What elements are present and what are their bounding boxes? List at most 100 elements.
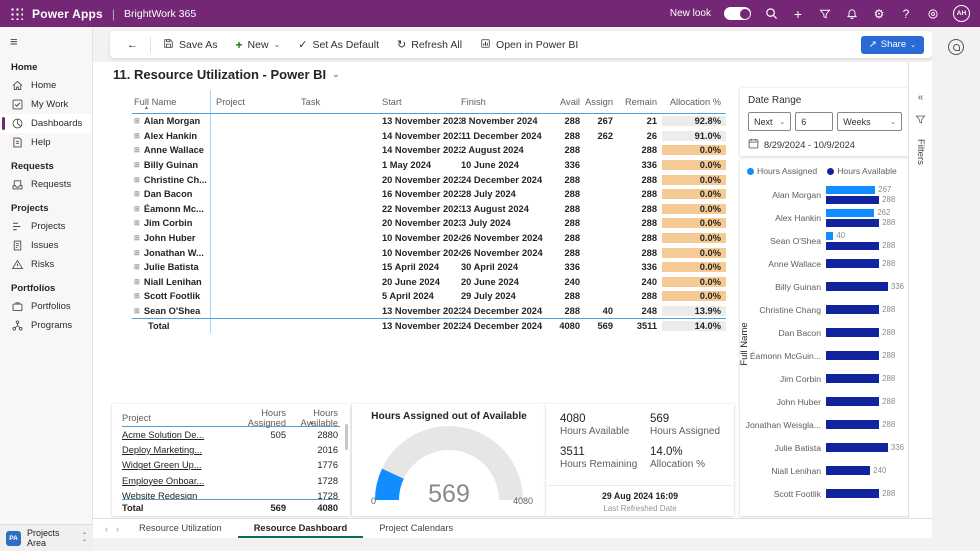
row-expand-icon[interactable]: ⊞ [134,161,140,169]
column-header-hours-assigned[interactable]: Hours Assigned [228,408,286,428]
assigned-bar[interactable] [826,209,874,217]
chart-category-label: Alan Morgan [740,190,826,200]
unit-select[interactable]: Weeks⌄ [837,112,902,131]
project-cell [210,114,298,129]
available-bar[interactable] [826,305,879,314]
environment-picker[interactable]: PA Projects Area ⌃⌄ [0,524,93,551]
project-link[interactable]: Website Redesign [122,491,197,499]
sidebar-item-requests[interactable]: Requests [0,175,92,194]
filter-icon[interactable] [818,7,832,21]
allocation-cell: 0.0% [662,218,726,228]
sidebar-item-risks[interactable]: Risks [0,255,92,274]
tab-prev-icon[interactable]: ‹ [101,519,112,538]
available-bar[interactable] [826,328,879,337]
row-expand-icon[interactable]: ⊞ [134,307,140,315]
row-expand-icon[interactable]: ⊞ [134,117,140,125]
tab-resource-dashboard[interactable]: Resource Dashboard [238,519,364,538]
available-bar[interactable] [826,242,879,250]
count-input[interactable] [795,112,833,131]
available-bar[interactable] [826,397,879,406]
column-header-finish[interactable]: Finish [461,97,557,107]
tab-resource-utilization[interactable]: Resource Utilization [123,519,238,538]
row-expand-icon[interactable]: ⊞ [134,292,140,300]
new-look-toggle[interactable] [724,7,751,20]
sidebar-item-help[interactable]: Help [0,133,92,152]
column-header-task[interactable]: Task [298,97,382,107]
column-header-allocation[interactable]: Allocation % [662,97,726,107]
row-expand-icon[interactable]: ⊞ [134,146,140,154]
available-bar[interactable] [826,374,879,383]
waffle-icon[interactable] [10,7,23,20]
set-as-default-button[interactable]: ✓ Set As Default [289,31,388,58]
page-title[interactable]: 11. Resource Utilization - Power BI ⌄ [113,67,340,82]
column-header-start[interactable]: Start [382,97,461,107]
row-expand-icon[interactable]: ⊞ [134,190,140,198]
sidebar-item-my-work[interactable]: My Work [0,95,92,114]
project-cell [210,202,298,217]
row-expand-icon[interactable]: ⊞ [134,176,140,184]
project-link[interactable]: Employee Onboar... [122,476,204,486]
share-button[interactable]: ↗ Share ⌄ [861,36,924,54]
available-bar[interactable] [826,420,879,429]
available-bar[interactable] [826,443,888,452]
refresh-all-button[interactable]: ↻ Refresh All [388,31,471,58]
row-expand-icon[interactable]: ⊞ [134,219,140,227]
expand-filters-icon[interactable]: « [918,92,924,103]
help-icon[interactable]: ? [899,7,913,21]
available-bar[interactable] [826,259,879,268]
search-icon[interactable] [764,7,778,21]
column-header-assign[interactable]: Assign [585,97,618,107]
project-link[interactable]: Acme Solution De... [122,430,204,440]
table-header: Full NameProjectTaskStartFinishAvailAssi… [132,90,726,114]
assigned-bar[interactable] [826,186,875,194]
sidebar-item-issues[interactable]: Issues [0,236,92,255]
direction-select[interactable]: Next⌄ [748,112,791,131]
column-header-project[interactable]: Project [210,90,298,113]
project-row: Employee Onboar...1728 [122,473,340,488]
notifications-icon[interactable] [845,7,859,21]
row-expand-icon[interactable]: ⊞ [134,132,140,140]
tab-next-icon[interactable]: › [112,519,123,538]
open-in-power-bi-button[interactable]: Open in Power BI [471,31,587,58]
row-expand-icon[interactable]: ⊞ [134,205,140,213]
row-expand-icon[interactable]: ⊞ [134,249,140,257]
sidebar-item-label: Programs [31,320,72,331]
avatar[interactable]: AH [953,5,970,22]
available-bar[interactable] [826,219,879,227]
environment-name[interactable]: BrightWork 365 [124,8,196,20]
row-expand-icon[interactable]: ⊞ [134,263,140,271]
column-header-project[interactable]: Project [122,413,228,423]
settings-icon[interactable]: ⚙ [872,7,886,21]
column-header-remain[interactable]: Remain [618,97,662,107]
hours-gauge: Hours Assigned out of Available 0 4080 5… [352,404,546,516]
sidebar-item-programs[interactable]: Programs [0,316,92,335]
sidebar-item-home[interactable]: Home [0,76,92,95]
available-bar[interactable] [826,466,870,475]
row-expand-icon[interactable]: ⊞ [134,278,140,286]
menu-icon[interactable]: ≡ [0,27,92,53]
available-bar[interactable] [826,196,879,204]
copilot-panel-icon[interactable] [948,39,964,55]
sidebar-item-dashboards[interactable]: Dashboards [0,114,92,133]
new-button[interactable]: + New ⌄ [227,31,290,58]
refresh-icon: ↻ [397,38,406,51]
save-as-button[interactable]: Save As [154,31,227,58]
row-expand-icon[interactable]: ⊞ [134,234,140,242]
available-bar[interactable] [826,351,879,360]
assigned-bar[interactable] [826,232,833,240]
sidebar-item-portfolios[interactable]: Portfolios [0,297,92,316]
available-bar[interactable] [826,282,888,291]
column-header-avail[interactable]: Avail [557,97,585,107]
tab-project-calendars[interactable]: Project Calendars [363,519,469,538]
add-icon[interactable]: + [791,7,805,21]
scrollbar-thumb[interactable] [345,424,348,450]
chevron-down-icon: ⌄ [890,118,896,126]
back-button[interactable]: ← [118,31,147,58]
available-bar[interactable] [826,489,879,498]
sidebar-item-projects[interactable]: Projects [0,217,92,236]
copilot-icon[interactable] [926,7,940,21]
project-link[interactable]: Deploy Marketing... [122,445,202,455]
project-link[interactable]: Widget Green Up... [122,460,202,470]
project-cell [210,129,298,144]
project-cell [210,158,298,173]
